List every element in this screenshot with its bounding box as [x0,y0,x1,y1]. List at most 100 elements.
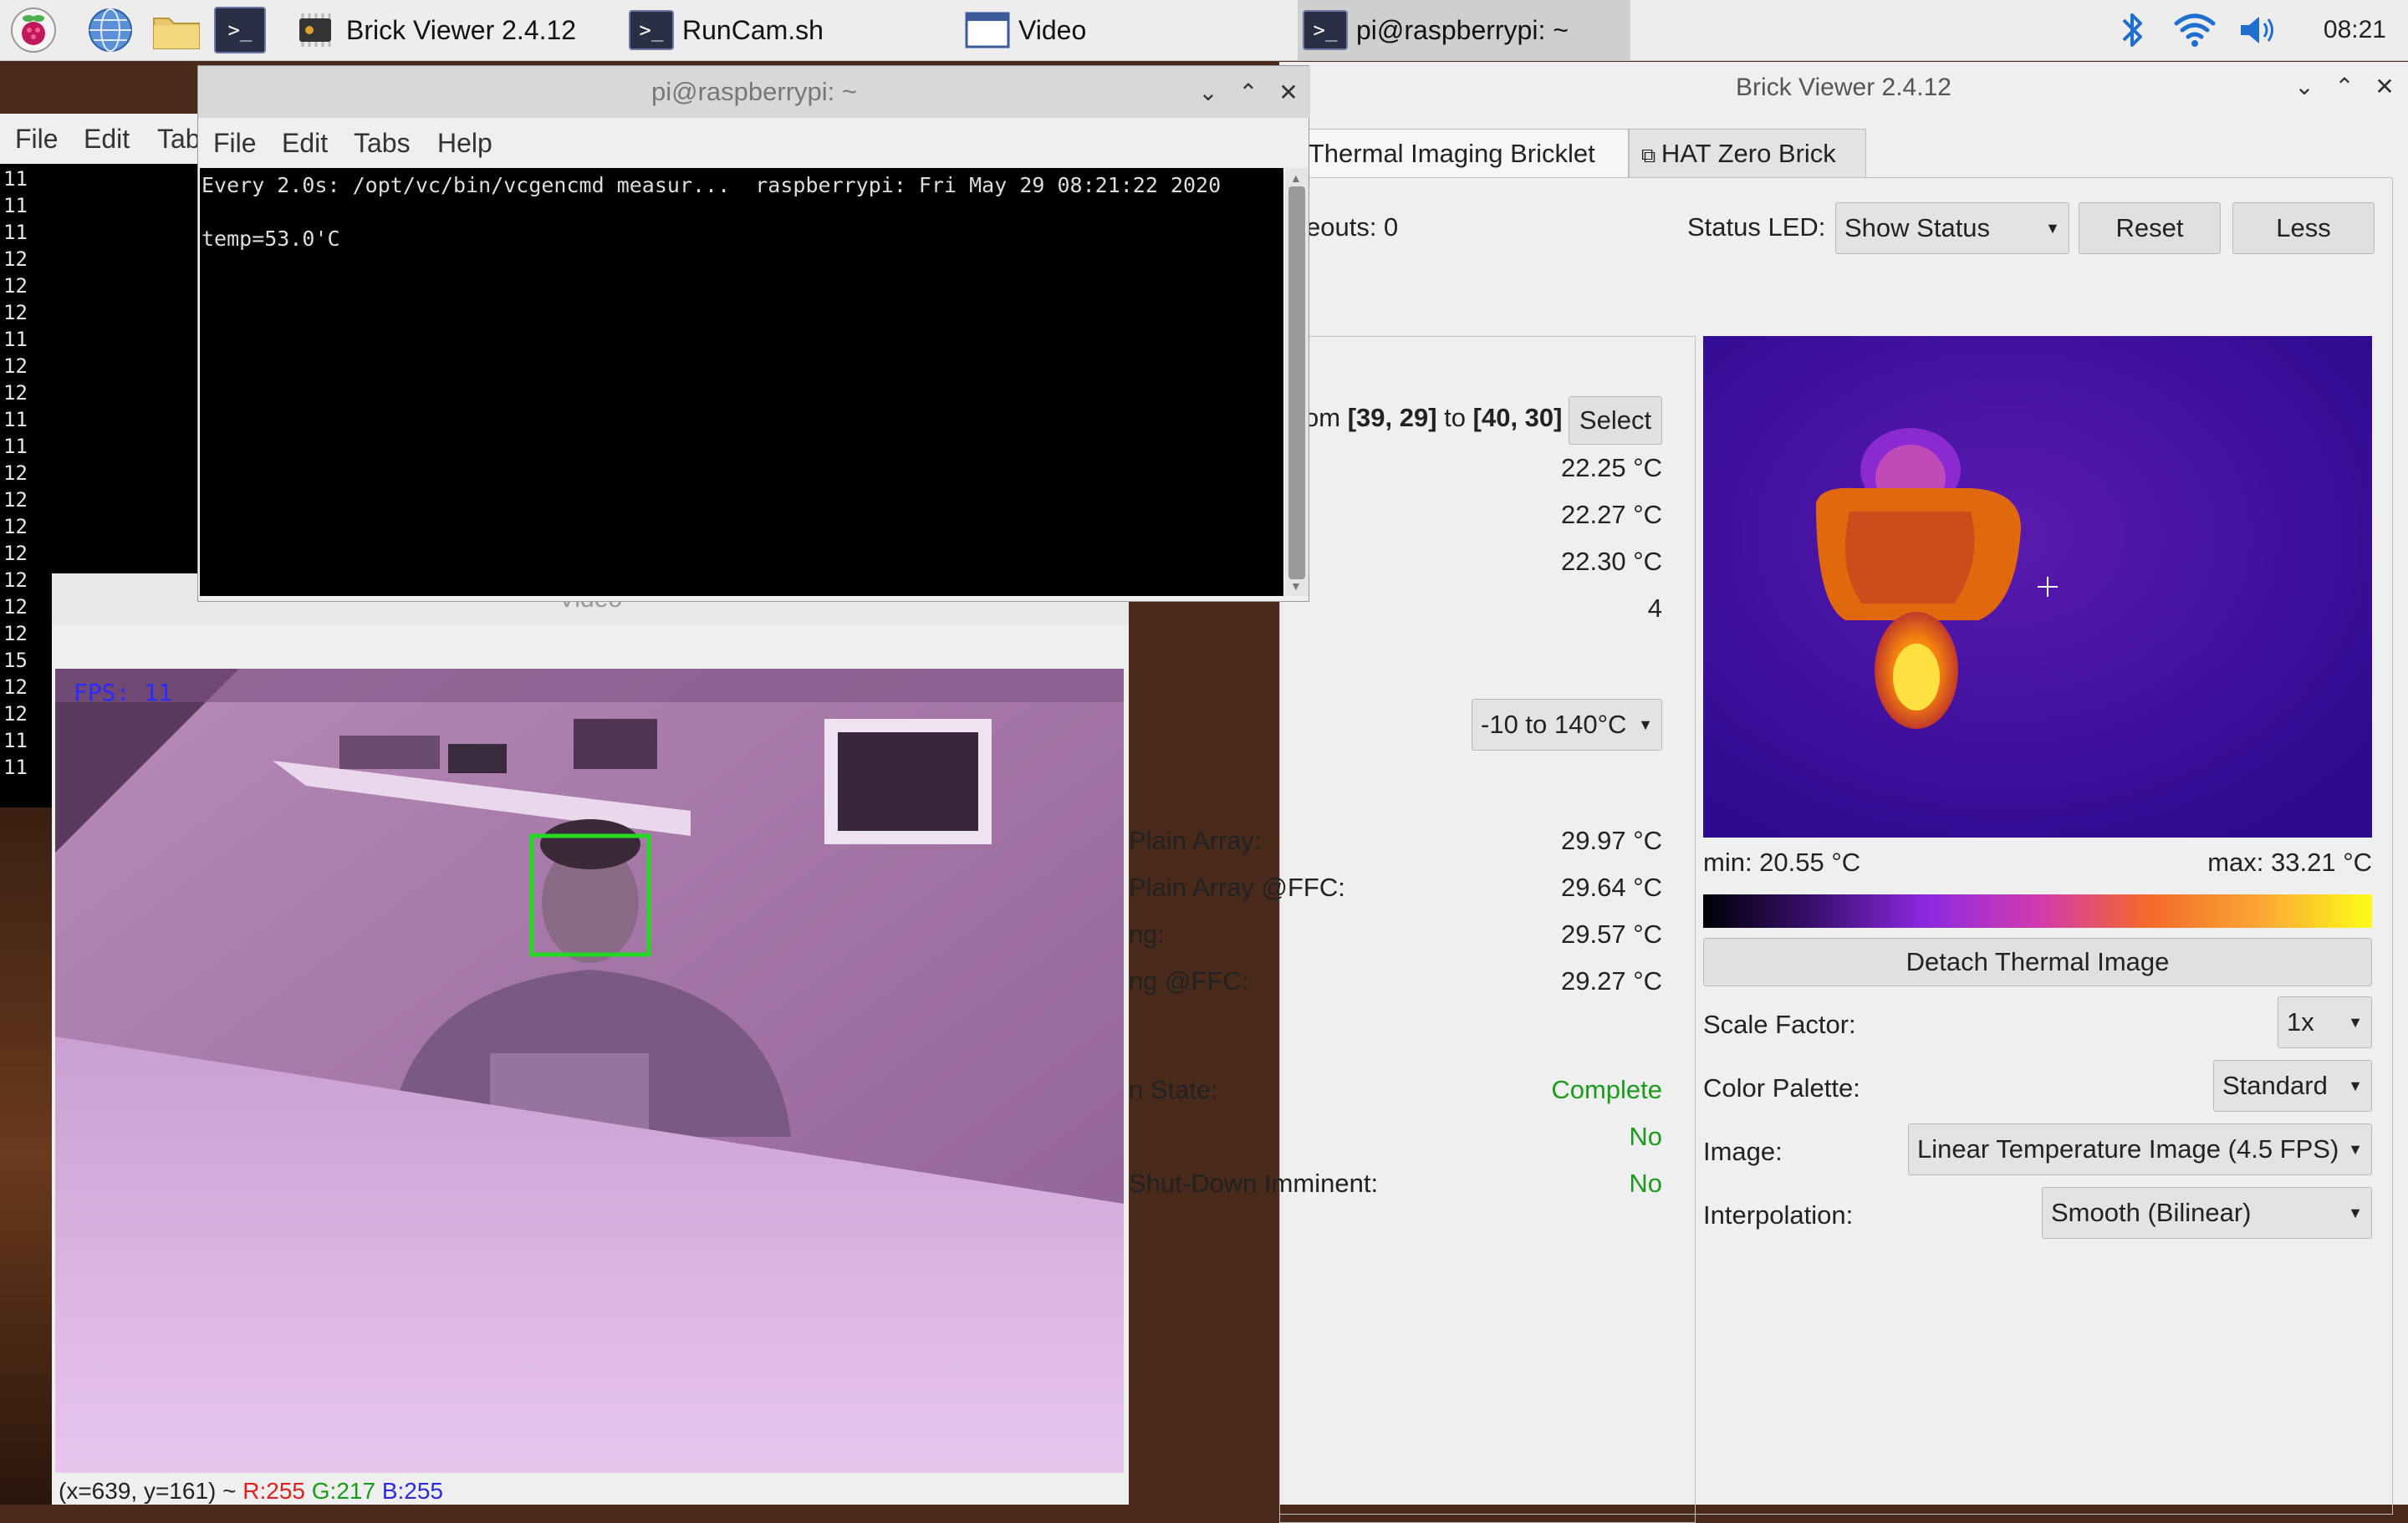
taskbar-app-runcam[interactable]: >_ RunCam.sh [629,0,946,60]
terminal-screen[interactable]: Every 2.0s: /opt/vc/bin/vcgencmd measur.… [200,168,1283,596]
scale-factor-select[interactable]: 1x ▼ [2278,996,2372,1048]
state-value: No [1629,1122,1662,1151]
select-value: Linear Temperature Image (4.5 FPS) [1917,1134,2339,1164]
taskbar-app-label: pi@raspberrypi: ~ [1356,14,1569,45]
pixel-r-value: R:255 [242,1478,305,1504]
close-icon[interactable]: ✕ [2370,72,2400,102]
select-value: 1x [2287,1007,2314,1037]
close-icon[interactable]: ✕ [1273,78,1303,108]
state-label: n State: [1129,1075,1218,1104]
terminal-scrollbar[interactable]: ▲ ▼ [1285,168,1309,596]
taskbar-app-label: Video [1018,14,1087,45]
image-label: Image: [1703,1137,1783,1166]
window-title: Brick Viewer 2.4.12 [1279,62,2408,114]
minimize-icon[interactable]: ⌄ [1193,78,1223,108]
timeouts-label: eouts: 0 [1306,212,1399,242]
terminal-output-line: temp=53.0'C [202,227,340,251]
color-scale-bar [1703,894,2372,928]
flux-label: Plain Array @FFC: [1129,873,1345,902]
tab-icon: ⧉ [1641,145,1661,167]
window-icon [965,10,1010,50]
chevron-down-icon: ▼ [2045,220,2060,237]
terminal-launcher-icon[interactable]: >_ [214,7,266,53]
clock[interactable]: 08:21 [2324,0,2386,60]
minimize-icon[interactable]: ⌄ [2289,72,2319,102]
taskbar-app-video[interactable]: Video [965,0,1283,60]
select-value: Standard [2222,1071,2328,1100]
select-region-button[interactable]: Select [1569,396,1662,445]
reset-button[interactable]: Reset [2079,202,2221,254]
tab-hat-zero-brick[interactable]: ⧉ HAT Zero Brick [1629,129,1866,177]
color-palette-label: Color Palette: [1703,1073,1860,1103]
thermal-min-label: min: 20.55 °C [1703,848,1861,877]
maximize-icon[interactable]: ⌃ [2329,72,2360,102]
region-from: [39, 29] [1347,403,1437,432]
video-frame[interactable]: FPS: 11 [55,669,1124,1473]
window-title: pi@raspberrypi: ~ [198,66,1310,118]
flux-value: 29.97 °C [1561,826,1662,855]
maximize-icon[interactable]: ⌃ [1233,78,1263,108]
region-to: [40, 30] [1472,403,1563,432]
taskbar-app-terminal[interactable]: >_ pi@raspberrypi: ~ [1298,0,1630,60]
flux-value: 29.57 °C [1561,919,1662,949]
resolution-range-select[interactable]: -10 to 140°C ▼ [1472,699,1662,751]
state-value: No [1629,1169,1662,1198]
pixel-b-value: B:255 [381,1478,443,1504]
taskbar-app-brick-viewer[interactable]: Brick Viewer 2.4.12 [293,0,610,60]
detach-thermal-image-button[interactable]: Detach Thermal Image [1703,938,2372,986]
tab-thermal-imaging-bricklet[interactable]: ▯ Thermal Imaging Bricklet [1279,129,1629,177]
video-window: Video [52,573,1129,1505]
file-manager-folder-icon[interactable] [150,7,200,53]
terminal-window: pi@raspberrypi: ~ ⌄ ⌃ ✕ File Edit Tabs H… [197,65,1310,602]
select-value: -10 to 140°C [1481,710,1627,739]
chevron-down-icon: ▼ [2348,1141,2363,1158]
back-terminal-menubar: File Edit Tab [0,114,201,164]
status-led-label: Status LED: [1687,212,1826,242]
less-button[interactable]: Less [2232,202,2375,254]
brick-viewer-window: Brick Viewer 2.4.12 ⌄ ⌃ ✕ ▯ Thermal Imag… [1129,62,2408,1523]
bluetooth-icon[interactable] [2114,7,2150,53]
pixel-g-value: G:217 [311,1478,376,1504]
flux-value: 29.64 °C [1561,873,1662,902]
menu-help[interactable]: Help [437,128,492,159]
menu-tabs[interactable]: Tab [157,124,201,155]
interpolation-select[interactable]: Smooth (Bilinear) ▼ [2042,1187,2372,1239]
region-max-value: 22.30 °C [1561,547,1662,576]
thermal-image[interactable] [1703,336,2372,838]
menu-file[interactable]: File [213,128,257,159]
color-palette-select[interactable]: Standard ▼ [2213,1060,2372,1112]
wifi-icon[interactable] [2172,7,2217,53]
thermal-max-label: max: 33.21 °C [2207,848,2372,877]
select-value: Show Status [1844,213,1991,242]
state-value: Complete [1551,1075,1662,1104]
terminal-menubar: File Edit Tabs Help [198,118,1310,166]
region-min-value: 22.25 °C [1561,453,1662,482]
select-value: Smooth (Bilinear) [2051,1198,2252,1227]
state-label: Shut-Down Imminent: [1129,1169,1379,1198]
fps-overlay: FPS: 11 [74,679,172,706]
taskbar: >_ Brick Viewer 2.4.12 >_ RunCam.sh Vide… [0,0,2408,61]
scale-factor-label: Scale Factor: [1703,1010,1856,1039]
menu-edit[interactable]: Edit [84,124,130,155]
chevron-down-icon: ▼ [1638,716,1653,733]
menu-tabs[interactable]: Tabs [354,128,411,159]
back-terminal-output: 11 11 11 12 12 12 11 12 12 11 11 12 12 12 12 12 12 1… [3,167,28,779]
status-led-select[interactable]: Show Status ▼ [1835,202,2069,254]
flux-label: ng @FFC: [1129,966,1249,996]
scroll-down-icon[interactable]: ▼ [1290,579,1303,593]
tab-label: Thermal Imaging Bricklet [1308,139,1595,168]
volume-icon[interactable] [2236,7,2281,53]
image-mode-select[interactable]: Linear Temperature Image (4.5 FPS) ▼ [1908,1123,2372,1175]
region-label: om [39, 29] to [40, 30] [1304,403,1563,432]
pixel-info-status: (x=639, y=161) ~ R:255 G:217 B:255 [59,1478,443,1505]
menu-edit[interactable]: Edit [282,128,328,159]
browser-globe-icon[interactable] [87,7,134,53]
terminal-icon: >_ [629,10,674,50]
raspberry-menu-icon[interactable] [10,7,57,53]
region-avg-value: 22.27 °C [1561,500,1662,529]
desktop-wallpaper [0,807,52,1505]
tab-label: HAT Zero Brick [1661,139,1836,168]
menu-file[interactable]: File [15,124,59,155]
scroll-up-icon[interactable]: ▲ [1290,171,1303,185]
scroll-thumb[interactable] [1288,186,1305,579]
